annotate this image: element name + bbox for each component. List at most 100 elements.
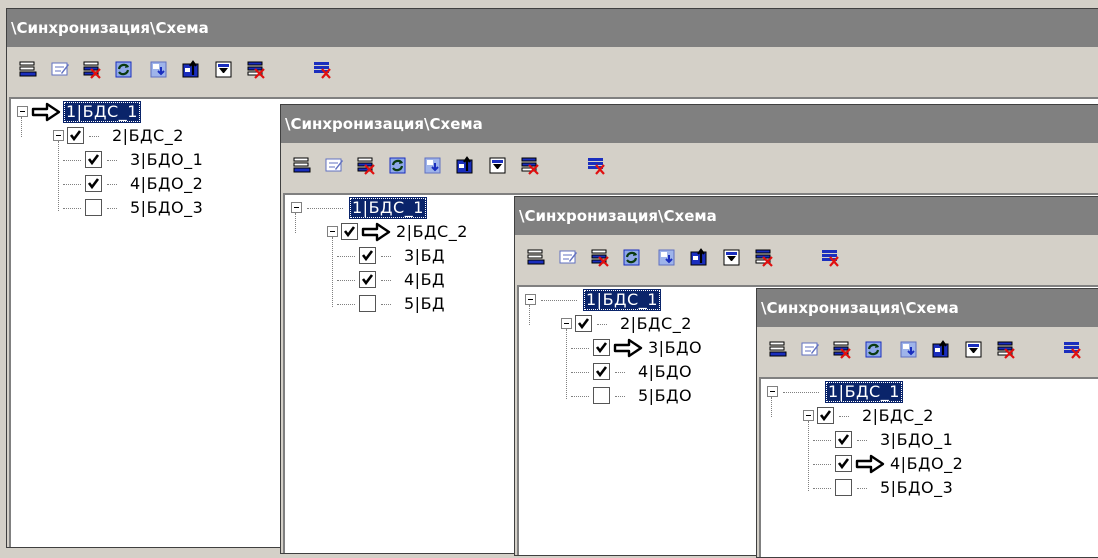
refresh-button[interactable] (113, 59, 135, 81)
tree-node-label[interactable]: 1|БДС_1 (63, 101, 141, 123)
tree-node-label[interactable]: 1|БДС_1 (583, 289, 661, 311)
node-checkbox[interactable] (359, 271, 376, 288)
filter-button[interactable] (213, 59, 235, 81)
node-checkbox[interactable] (359, 247, 376, 264)
delete-all-button[interactable] (585, 155, 607, 177)
import-button[interactable] (422, 155, 444, 177)
node-checkbox[interactable] (593, 387, 610, 404)
tree-connector (58, 141, 59, 211)
delete-all-button[interactable] (819, 247, 841, 269)
tree-node-label[interactable]: 5|БДО_3 (127, 197, 206, 219)
tb-export-icon (182, 60, 199, 78)
tree-node-label[interactable]: 5|БДО (635, 385, 695, 407)
tree-node-label[interactable]: 2|БДС_2 (109, 125, 187, 147)
collapse-toggle-icon[interactable] (767, 386, 778, 397)
tree-node-label[interactable]: 3|БДО (645, 337, 705, 359)
tb-list-icon (769, 341, 787, 357)
toolbar (7, 47, 1098, 97)
clear-filter-button[interactable] (519, 155, 541, 177)
export-button[interactable] (454, 155, 476, 177)
node-checkbox[interactable] (835, 479, 852, 496)
tb-delete-row-icon (83, 61, 101, 79)
edit-button[interactable] (49, 59, 71, 81)
tree-node-label[interactable]: 5|БД (401, 293, 448, 315)
tree-node-label[interactable]: 3|БД (401, 245, 448, 267)
refresh-button[interactable] (387, 155, 409, 177)
list-button[interactable] (767, 339, 789, 361)
tb-edit-icon (559, 250, 577, 264)
list-button[interactable] (17, 59, 39, 81)
tree-node-label[interactable]: 4|БДО_2 (887, 453, 966, 475)
tree-node-label[interactable]: 3|БДО_1 (127, 149, 206, 171)
node-checkbox[interactable] (341, 223, 358, 240)
edit-button[interactable] (799, 339, 821, 361)
edit-button[interactable] (323, 155, 345, 177)
tree-connector (63, 184, 81, 185)
node-checkbox[interactable] (817, 407, 834, 424)
tree-node-label[interactable]: 2|БДС_2 (617, 313, 695, 335)
clear-filter-button[interactable] (753, 247, 775, 269)
delete-all-button[interactable] (1061, 339, 1083, 361)
delete-row-button[interactable] (355, 155, 377, 177)
node-checkbox[interactable] (85, 199, 102, 216)
delete-all-button[interactable] (311, 59, 333, 81)
collapse-toggle-icon[interactable] (291, 202, 302, 213)
clear-filter-button[interactable] (245, 59, 267, 81)
node-checkbox[interactable] (835, 431, 852, 448)
refresh-button[interactable] (863, 339, 885, 361)
current-node-arrow-icon (31, 102, 61, 122)
export-button[interactable] (180, 59, 202, 81)
tree-node-label[interactable]: 5|БДО_3 (877, 477, 956, 499)
filter-button[interactable] (487, 155, 509, 177)
current-node-arrow-icon (855, 454, 885, 474)
tb-filter-icon (215, 61, 232, 78)
list-button[interactable] (525, 247, 547, 269)
node-checkbox[interactable] (67, 127, 84, 144)
import-button[interactable] (656, 247, 678, 269)
list-button[interactable] (291, 155, 313, 177)
tree-node[interactable]: 3|БДО_1 (761, 429, 1098, 451)
scheme-tree[interactable]: 1|БДС_1 2|БДС_2 3|БДО_1 4|БДО_2 5|БДО_3 (759, 377, 1098, 557)
collapse-toggle-icon[interactable] (525, 294, 536, 305)
tree-node[interactable]: 5|БДО_3 (761, 477, 1098, 499)
tree-node-label[interactable]: 2|БДС_2 (393, 221, 471, 243)
collapse-toggle-icon[interactable] (803, 410, 814, 421)
tree-node[interactable]: 1|БДС_1 (761, 381, 1098, 403)
tree-node-label[interactable]: 1|БДС_1 (349, 197, 427, 219)
current-node-arrow-icon (613, 338, 643, 358)
node-checkbox[interactable] (85, 151, 102, 168)
import-button[interactable] (148, 59, 170, 81)
tree-node-label[interactable]: 4|БД (401, 269, 448, 291)
refresh-button[interactable] (621, 247, 643, 269)
delete-row-button[interactable] (589, 247, 611, 269)
tree-connector (813, 440, 831, 441)
node-checkbox[interactable] (575, 315, 592, 332)
filter-button[interactable] (721, 247, 743, 269)
node-checkbox[interactable] (593, 339, 610, 356)
tree-node-label[interactable]: 4|БДО_2 (127, 173, 206, 195)
export-button[interactable] (930, 339, 952, 361)
node-checkbox[interactable] (359, 295, 376, 312)
edit-button[interactable] (557, 247, 579, 269)
check-icon (361, 274, 374, 286)
collapse-toggle-icon[interactable] (561, 318, 572, 329)
tree-node[interactable]: 2|БДС_2 (761, 405, 1098, 427)
clear-filter-button[interactable] (995, 339, 1017, 361)
import-button[interactable] (898, 339, 920, 361)
tree-node-label[interactable]: 1|БДС_1 (825, 381, 903, 403)
tree-node-label[interactable]: 4|БДО (635, 361, 695, 383)
collapse-toggle-icon[interactable] (17, 106, 28, 117)
delete-row-button[interactable] (831, 339, 853, 361)
delete-row-button[interactable] (81, 59, 103, 81)
node-checkbox[interactable] (835, 455, 852, 472)
export-button[interactable] (688, 247, 710, 269)
node-checkbox[interactable] (85, 175, 102, 192)
tree-node[interactable]: 4|БДО_2 (761, 453, 1098, 475)
tree-node-label[interactable]: 3|БДО_1 (877, 429, 956, 451)
tb-import-icon (424, 157, 441, 174)
filter-button[interactable] (963, 339, 985, 361)
node-checkbox[interactable] (593, 363, 610, 380)
tree-node-label[interactable]: 2|БДС_2 (859, 405, 937, 427)
collapse-toggle-icon[interactable] (327, 226, 338, 237)
collapse-toggle-icon[interactable] (53, 130, 64, 141)
